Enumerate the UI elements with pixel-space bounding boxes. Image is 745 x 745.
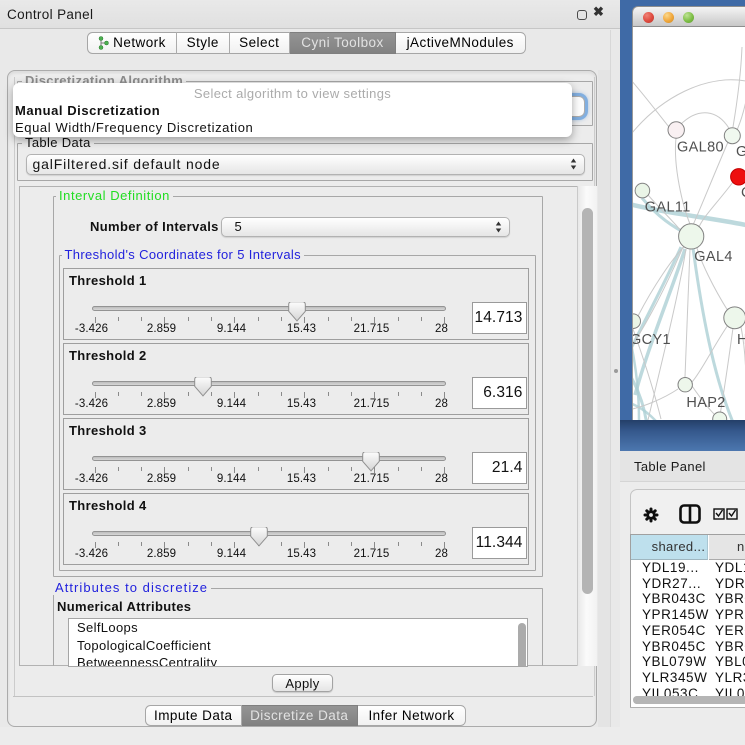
- svg-text:GA: GA: [736, 144, 745, 160]
- svg-text:HAP2: HAP2: [686, 395, 725, 411]
- svg-text:C: C: [741, 185, 745, 201]
- svg-text:GCY1: GCY1: [633, 332, 671, 348]
- svg-text:GAL80: GAL80: [677, 140, 724, 156]
- svg-text:GAL4: GAL4: [694, 249, 732, 265]
- svg-text:GAL11: GAL11: [645, 200, 691, 216]
- svg-text:H: H: [737, 332, 745, 348]
